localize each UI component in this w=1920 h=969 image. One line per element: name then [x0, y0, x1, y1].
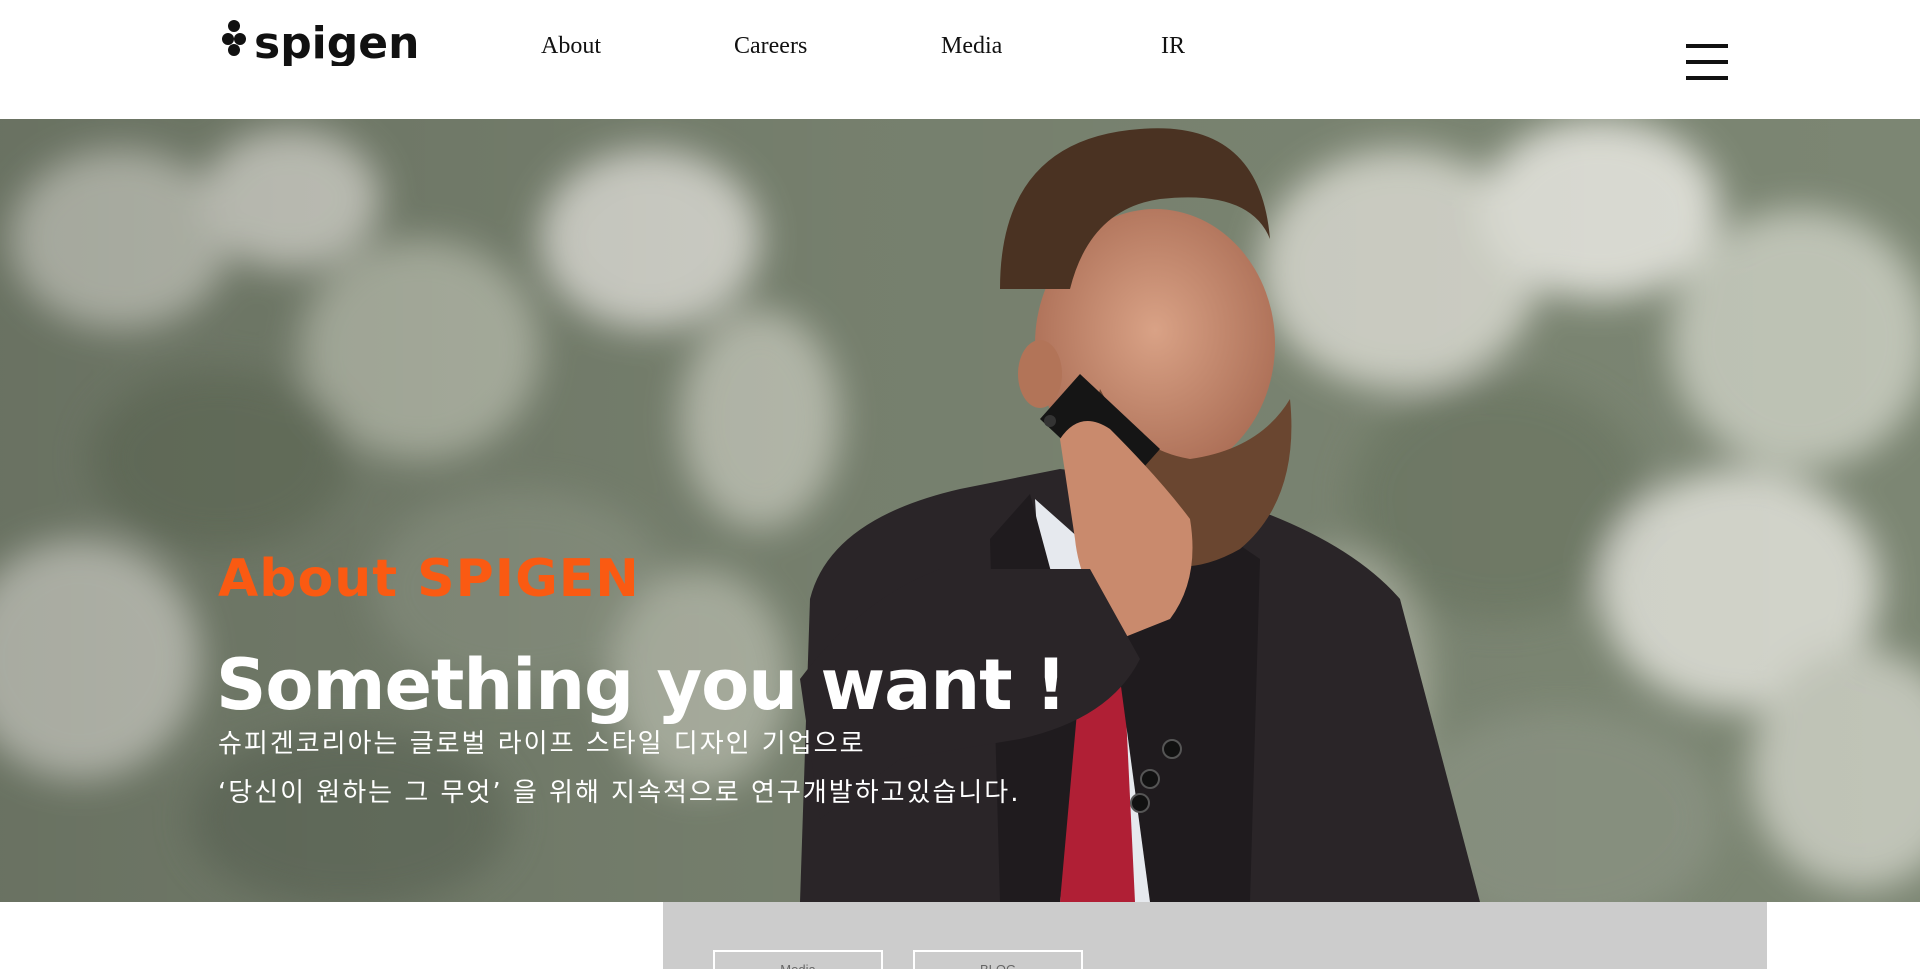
hero-description-line-2: ‘당신이 원하는 그 무엇’ 을 위해 지속적으로 연구개발하고있습니다.: [218, 778, 1021, 808]
svg-text:spigen: spigen: [254, 18, 419, 66]
hero-banner: About SPIGEN Something you want ! 슈피겐코리아…: [0, 119, 1920, 902]
tab-media[interactable]: Media: [713, 950, 883, 969]
spigen-logo[interactable]: spigen: [220, 18, 424, 66]
nav-about[interactable]: About: [541, 33, 601, 60]
tab-blog[interactable]: BLOG: [913, 950, 1083, 969]
nav-media[interactable]: Media: [941, 33, 1002, 60]
site-header: spigen About Careers Media IR: [0, 0, 1920, 119]
hero-title: Something you want !: [216, 644, 1067, 726]
nav-ir[interactable]: IR: [1161, 33, 1185, 60]
hero-eyebrow: About SPIGEN: [218, 549, 640, 609]
hero-description-line-1: 슈피겐코리아는 글로벌 라이프 스타일 디자인 기업으로: [218, 729, 866, 759]
hamburger-menu-icon[interactable]: [1686, 44, 1728, 82]
nav-careers[interactable]: Careers: [734, 33, 807, 60]
media-section: Media BLOG: [663, 902, 1767, 969]
